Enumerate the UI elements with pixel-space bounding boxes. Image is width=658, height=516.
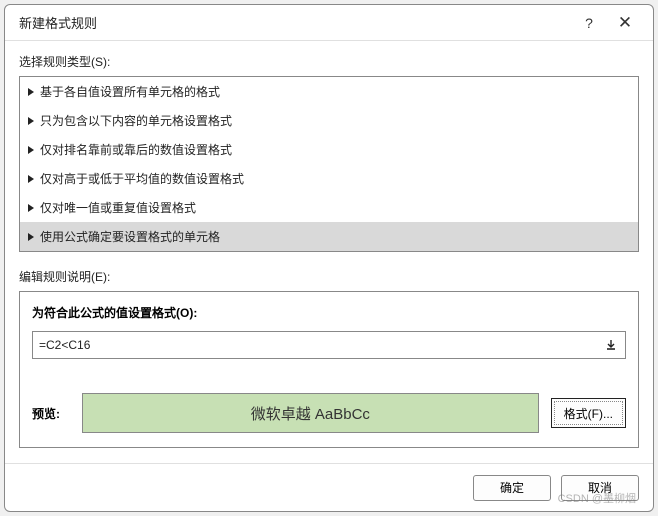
ok-button[interactable]: 确定 [473,475,551,501]
triangle-right-icon [28,175,34,183]
edit-rule-panel: 为符合此公式的值设置格式(O): 预览: 微软卓越 AaBbCc 格式(F)..… [19,291,639,448]
triangle-right-icon [28,88,34,96]
rule-type-text: 仅对高于或低于平均值的数值设置格式 [40,170,244,187]
select-rule-type-label: 选择规则类型(S): [19,53,639,70]
preview-sample: 微软卓越 AaBbCc [82,393,539,433]
rule-type-text: 使用公式确定要设置格式的单元格 [40,228,220,245]
rule-type-list: 基于各自值设置所有单元格的格式 只为包含以下内容的单元格设置格式 仅对排名靠前或… [19,76,639,252]
help-icon[interactable]: ? [575,15,603,31]
rule-type-item[interactable]: 仅对唯一值或重复值设置格式 [20,193,638,222]
close-icon[interactable]: ✕ [611,13,639,33]
dialog-content: 选择规则类型(S): 基于各自值设置所有单元格的格式 只为包含以下内容的单元格设… [5,41,653,463]
triangle-right-icon [28,204,34,212]
rule-type-item[interactable]: 使用公式确定要设置格式的单元格 [20,222,638,251]
triangle-right-icon [28,117,34,125]
cancel-button[interactable]: 取消 [561,475,639,501]
dialog-title: 新建格式规则 [19,13,575,32]
rule-type-item[interactable]: 仅对高于或低于平均值的数值设置格式 [20,164,638,193]
rule-type-item[interactable]: 基于各自值设置所有单元格的格式 [20,77,638,106]
preview-row: 预览: 微软卓越 AaBbCc 格式(F)... [32,393,626,433]
triangle-right-icon [28,233,34,241]
rule-type-item[interactable]: 仅对排名靠前或靠后的数值设置格式 [20,135,638,164]
dialog-footer: 确定 取消 [5,463,653,511]
formula-panel-label: 为符合此公式的值设置格式(O): [32,304,626,321]
rule-type-text: 仅对排名靠前或靠后的数值设置格式 [40,141,232,158]
titlebar: 新建格式规则 ? ✕ [5,5,653,41]
new-format-rule-dialog: 新建格式规则 ? ✕ 选择规则类型(S): 基于各自值设置所有单元格的格式 只为… [4,4,654,512]
collapse-dialog-icon[interactable] [603,337,619,353]
rule-type-text: 仅对唯一值或重复值设置格式 [40,199,196,216]
formula-input[interactable] [39,338,603,352]
rule-type-text: 基于各自值设置所有单元格的格式 [40,83,220,100]
formula-input-row [32,331,626,359]
rule-type-text: 只为包含以下内容的单元格设置格式 [40,112,232,129]
format-button[interactable]: 格式(F)... [551,398,626,428]
rule-type-item[interactable]: 只为包含以下内容的单元格设置格式 [20,106,638,135]
edit-rule-label: 编辑规则说明(E): [19,268,639,285]
preview-label: 预览: [32,405,82,422]
triangle-right-icon [28,146,34,154]
